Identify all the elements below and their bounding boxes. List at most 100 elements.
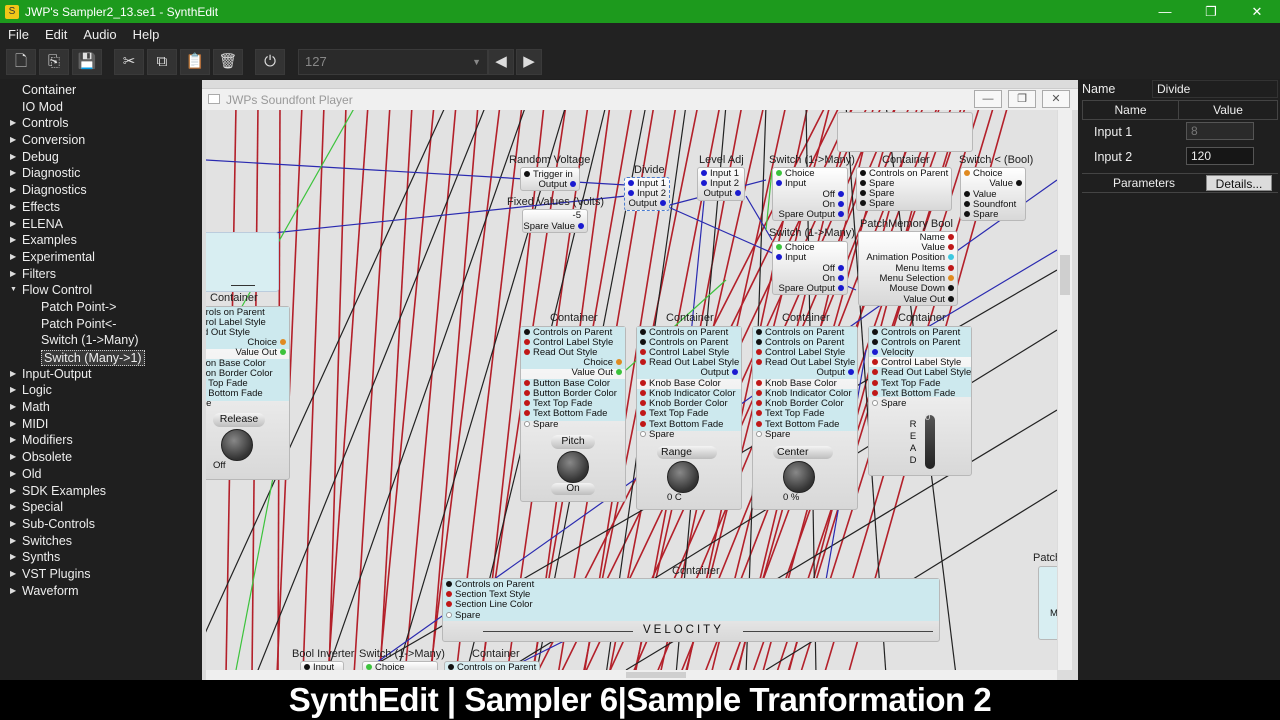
- pin-output[interactable]: Output: [628, 198, 669, 210]
- tree-item[interactable]: ▶ Obsolete: [0, 449, 200, 466]
- container-top-module[interactable]: Controls on Parent Spare Spare Spare: [856, 167, 952, 211]
- tree-item[interactable]: ▶ Switches: [0, 533, 200, 550]
- maximize-button[interactable]: ❐: [1188, 0, 1234, 23]
- collapsed-triangle-icon[interactable]: ▶: [10, 382, 16, 399]
- pin-spare[interactable]: Spare: [637, 429, 674, 441]
- pitch-container-module[interactable]: Controls on Parent Control Label Style R…: [520, 326, 626, 502]
- cut-icon[interactable]: ✂: [114, 49, 144, 75]
- copy-icon[interactable]: ⧉: [147, 49, 177, 75]
- input-2-field[interactable]: 120: [1186, 147, 1254, 165]
- pin-spare[interactable]: Spare: [857, 198, 894, 210]
- tree-item[interactable]: ▶ SDK Examples: [0, 483, 200, 500]
- new-file-icon[interactable]: 🗋: [6, 49, 36, 75]
- tree-item[interactable]: Container: [0, 82, 200, 99]
- pin-spare[interactable]: Spare: [521, 419, 558, 431]
- switch-bool-module[interactable]: Choice Value Value Soundfont Spare: [960, 167, 1026, 221]
- tree-item[interactable]: Switch (Many->1): [0, 349, 200, 366]
- collapsed-triangle-icon[interactable]: ▶: [10, 199, 16, 216]
- pin-value-out[interactable]: Value: [989, 178, 1025, 190]
- pin-text-bottom-fade[interactable]: Text Bottom Fade: [521, 408, 607, 420]
- tab-parameters[interactable]: Parameters: [1082, 176, 1206, 190]
- close-button[interactable]: ✕: [1234, 0, 1280, 23]
- patch-canvas[interactable]: Random Voltage Trigger in Output Divide …: [206, 110, 1057, 670]
- pin-read-out-label-style[interactable]: Read Out Label Style: [869, 367, 971, 379]
- collapsed-triangle-icon[interactable]: ▶: [10, 182, 16, 199]
- collapsed-triangle-icon[interactable]: ▶: [10, 216, 16, 233]
- pin-mouse-down[interactable]: Mouse Down: [890, 283, 957, 295]
- tree-item[interactable]: ▶ Diagnostics: [0, 182, 200, 199]
- pin-choice[interactable]: Choice: [363, 662, 405, 670]
- velocity-container-module[interactable]: Controls on Parent Section Text Style Se…: [442, 578, 940, 642]
- pin-output[interactable]: Output: [538, 179, 579, 191]
- pin-animation-position[interactable]: Animation Position: [866, 252, 957, 264]
- collapsed-triangle-icon[interactable]: ▶: [10, 566, 16, 583]
- tree-item[interactable]: ▼ Flow Control: [0, 282, 200, 299]
- collapsed-triangle-icon[interactable]: ▶: [10, 366, 16, 383]
- pin-spare-value[interactable]: Spare Value: [523, 221, 587, 233]
- fixed-values-module[interactable]: -5 Spare Value: [522, 209, 588, 233]
- tree-item[interactable]: ▶ Diagnostic: [0, 165, 200, 182]
- next-preset-icon[interactable]: ▶: [516, 49, 542, 75]
- bottom-container-module[interactable]: Controls on Parent: [444, 661, 540, 670]
- left-container-module[interactable]: trols on Parent trol Label Style d Out S…: [206, 306, 290, 480]
- pin-text-bottom-fade[interactable]: : Bottom Fade: [206, 388, 263, 400]
- tree-item[interactable]: Patch Point->: [0, 299, 200, 316]
- release-button[interactable]: [221, 429, 253, 461]
- tree-item[interactable]: ▶ ELENA: [0, 216, 200, 233]
- center-knob[interactable]: [783, 461, 815, 493]
- collapsed-triangle-icon[interactable]: ▶: [10, 249, 16, 266]
- minimize-button[interactable]: —: [1142, 0, 1188, 23]
- menu-edit[interactable]: Edit: [37, 27, 75, 42]
- tree-item[interactable]: ▶ Sub-Controls: [0, 516, 200, 533]
- pitch-button[interactable]: [557, 451, 589, 483]
- tree-item[interactable]: ▶ Examples: [0, 232, 200, 249]
- pin-spare[interactable]: Spare: [443, 610, 480, 622]
- divide-module[interactable]: Input 1 Input 2 Output: [624, 177, 670, 211]
- switch-1-module[interactable]: Choice Input Off On Spare Output: [772, 167, 848, 221]
- pin-spare-output[interactable]: Spare Output: [778, 209, 847, 221]
- name-field[interactable]: Divide: [1152, 80, 1278, 98]
- tree-item[interactable]: ▶ Controls: [0, 115, 200, 132]
- tree-item[interactable]: ▶ Waveform: [0, 583, 200, 600]
- subwindow-close-button[interactable]: ✕: [1042, 90, 1070, 108]
- collapsed-triangle-icon[interactable]: ▶: [10, 466, 16, 483]
- pin-spare-output[interactable]: Spare Output: [778, 283, 847, 295]
- paste-icon[interactable]: 📋: [180, 49, 210, 75]
- tree-item[interactable]: ▶ Logic: [0, 382, 200, 399]
- collapsed-triangle-icon[interactable]: ▶: [10, 132, 16, 149]
- menu-audio[interactable]: Audio: [75, 27, 124, 42]
- tree-item[interactable]: ▶ Old: [0, 466, 200, 483]
- pin-output[interactable]: Output: [700, 367, 741, 379]
- pin-input[interactable]: Input: [773, 252, 806, 264]
- collapsed-triangle-icon[interactable]: ▶: [10, 266, 16, 283]
- pin-output[interactable]: Output: [816, 367, 857, 379]
- pin-spare[interactable]: Spare: [753, 429, 790, 441]
- tree-item[interactable]: ▶ Special: [0, 499, 200, 516]
- pin-spare[interactable]: Spare: [961, 209, 998, 221]
- collapsed-triangle-icon[interactable]: ▶: [10, 399, 16, 416]
- menu-file[interactable]: File: [0, 27, 37, 42]
- tree-item[interactable]: ▶ Input-Output: [0, 366, 200, 383]
- collapsed-triangle-icon[interactable]: ▶: [10, 549, 16, 566]
- range-container-module[interactable]: Controls on Parent Controls on Parent Co…: [636, 326, 742, 510]
- pin-value-out[interactable]: Value Out: [235, 347, 289, 359]
- random-voltage-module[interactable]: Trigger in Output: [520, 167, 580, 191]
- pin-spare[interactable]: Spare: [869, 398, 906, 410]
- pin-read-out-style[interactable]: d Out Style: [206, 327, 250, 339]
- tree-item[interactable]: ▶ Synths: [0, 549, 200, 566]
- switch-2-module[interactable]: Choice Input Off On Spare Output: [772, 241, 848, 295]
- preset-select[interactable]: 127 ▼: [298, 49, 488, 75]
- collapsed-triangle-icon[interactable]: ▶: [10, 449, 16, 466]
- open-file-icon[interactable]: ⎘: [39, 49, 69, 75]
- input-1-field[interactable]: 8: [1186, 122, 1254, 140]
- collapsed-triangle-icon[interactable]: ▶: [10, 533, 16, 550]
- pin-text-top-fade[interactable]: Text Top Fade: [753, 408, 825, 420]
- collapsed-triangle-icon[interactable]: ▶: [10, 115, 16, 132]
- collapsed-triangle-icon[interactable]: ▶: [10, 149, 16, 166]
- collapsed-triangle-icon[interactable]: ▶: [10, 499, 16, 516]
- collapsed-triangle-icon[interactable]: ▶: [10, 483, 16, 500]
- collapsed-triangle-icon[interactable]: ▶: [10, 432, 16, 449]
- expanded-triangle-icon[interactable]: ▼: [10, 282, 17, 299]
- tree-item[interactable]: ▶ Debug: [0, 149, 200, 166]
- tree-item[interactable]: ▶ Effects: [0, 199, 200, 216]
